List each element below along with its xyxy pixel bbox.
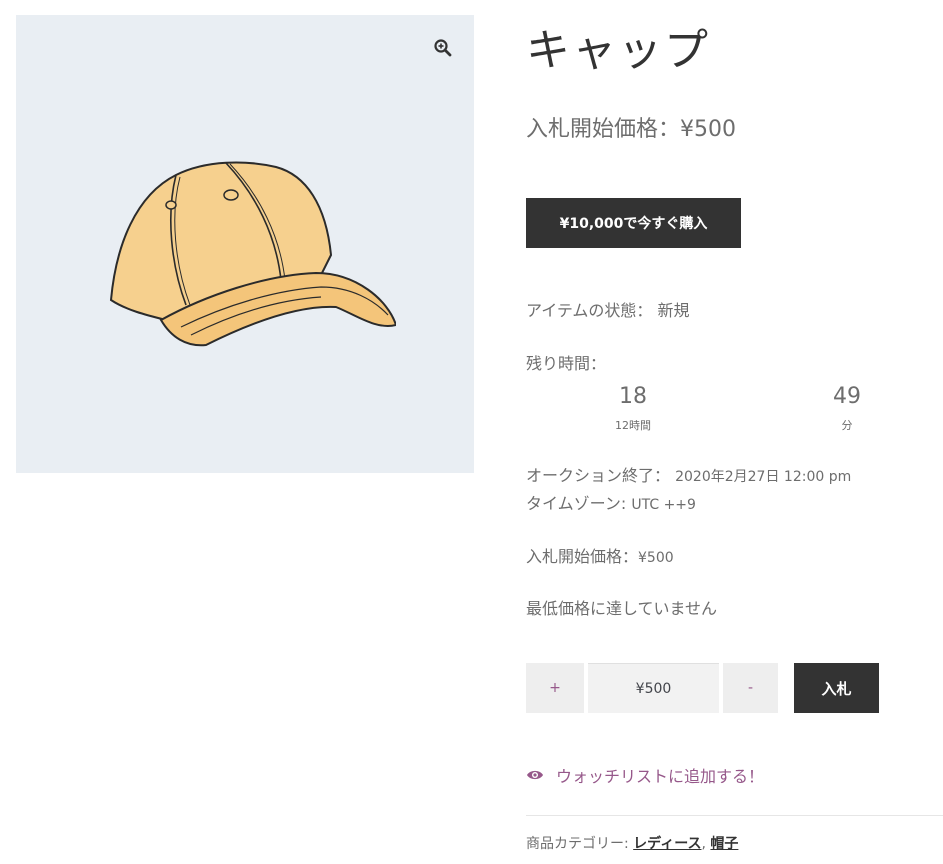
divider	[526, 815, 943, 816]
place-bid-button[interactable]: 入札	[794, 663, 879, 713]
auction-end-label: オークション終了：	[526, 466, 671, 485]
zoom-in-icon[interactable]	[430, 35, 456, 61]
time-left-label: 残り時間：	[526, 354, 607, 373]
category-separator: ,	[701, 836, 706, 852]
start-price-detail-label: 入札開始価格：	[526, 547, 639, 566]
timezone: タイムゾーン: UTC ++9	[526, 490, 696, 514]
item-condition: アイテムの状態： 新規	[526, 297, 690, 321]
start-price-detail: 入札開始価格：¥500	[526, 543, 674, 567]
start-price-detail-value: ¥500	[638, 550, 674, 566]
countdown-hours: 18 12時間	[598, 384, 668, 433]
start-price-value: ¥500	[680, 117, 737, 142]
category-link-hats[interactable]: 帽子	[710, 836, 738, 852]
timezone-label: タイムゾーン:	[526, 494, 627, 513]
countdown-minutes: 49 分	[812, 384, 882, 433]
product-title: キャップ	[526, 25, 710, 76]
start-price-heading: 入札開始価格：¥500	[526, 111, 736, 143]
add-to-watchlist-link[interactable]: ウォッチリストに追加する！	[526, 763, 764, 787]
product-categories: 商品カテゴリー: レディース, 帽子	[526, 833, 738, 853]
category-link-ladies[interactable]: レディース	[633, 836, 701, 852]
reserve-status: 最低価格に達していません	[526, 599, 718, 618]
buy-now-button[interactable]: ¥10,000で今すぐ購入	[526, 198, 741, 248]
product-gallery	[16, 15, 474, 473]
start-price-label: 入札開始価格：	[526, 117, 681, 142]
watchlist-label: ウォッチリストに追加する！	[556, 767, 765, 786]
auction-end-value: 2020年2月27日 12:00 pm	[675, 469, 852, 485]
countdown-hours-unit: 12時間	[615, 419, 651, 432]
condition-value: 新規	[657, 301, 690, 320]
countdown-hours-value: 18	[619, 384, 647, 409]
bid-decrease-button[interactable]: -	[723, 663, 778, 713]
categories-label: 商品カテゴリー:	[526, 836, 629, 852]
timezone-value: UTC ++9	[631, 497, 696, 513]
auction-end: オークション終了： 2020年2月27日 12:00 pm	[526, 462, 851, 486]
eye-icon	[527, 770, 543, 780]
bid-amount-input[interactable]	[588, 663, 719, 713]
countdown-minutes-unit: 分	[841, 419, 853, 432]
countdown-minutes-value: 49	[833, 384, 861, 409]
condition-label: アイテムの状態：	[526, 301, 653, 320]
bid-increase-button[interactable]: +	[526, 663, 584, 713]
baseball-cap-image[interactable]	[106, 155, 396, 355]
bid-form: + - 入札	[526, 663, 886, 713]
